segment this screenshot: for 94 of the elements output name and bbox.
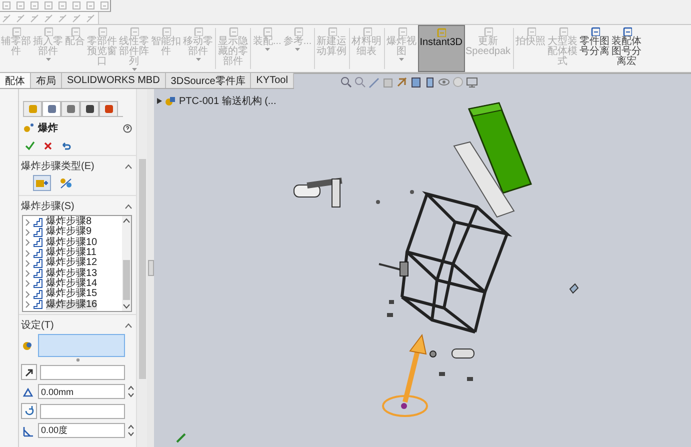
tool-icon — [362, 26, 372, 36]
ribbon-button[interactable]: 装配体图号分离宏 — [610, 25, 643, 72]
toolbar-icon[interactable] — [16, 14, 25, 22]
step-list-item[interactable]: 爆炸步骤9 — [23, 227, 111, 238]
tool-icon — [292, 26, 303, 36]
scrollbar[interactable] — [136, 89, 147, 447]
zoom-icon[interactable] — [340, 76, 352, 88]
angle-icon — [22, 424, 34, 436]
toolbar-icon[interactable] — [44, 1, 53, 10]
collapse-icon[interactable] — [125, 204, 132, 208]
explode-icon — [23, 123, 34, 133]
checkmark-icon[interactable] — [25, 141, 35, 151]
collapse-icon[interactable] — [125, 322, 132, 328]
explode-type-icon — [35, 177, 49, 189]
section-view-icon[interactable] — [396, 76, 408, 88]
caret-icon — [264, 48, 270, 51]
tool-icon — [483, 26, 494, 36]
tool-icon — [129, 26, 139, 36]
toolbar-icon[interactable] — [86, 1, 95, 10]
collapse-handle[interactable] — [148, 260, 154, 276]
spinner-icon[interactable] — [128, 385, 134, 398]
expand-icon[interactable] — [157, 98, 162, 104]
toolbar-icon[interactable] — [72, 14, 81, 22]
caret-icon — [46, 58, 50, 61]
assembly-icon — [165, 96, 176, 106]
toolbar-icon[interactable] — [44, 14, 53, 22]
input-field[interactable]: 0.00度 — [38, 423, 125, 438]
tool-icon — [436, 27, 446, 37]
panel-title: 爆炸 — [38, 122, 59, 135]
section-title: 设定(T) — [21, 318, 54, 332]
caret-icon — [132, 68, 136, 71]
toolbar-icon[interactable] — [58, 14, 67, 22]
section-title: 爆炸步骤类型(E) — [21, 160, 94, 173]
explode-type-option[interactable] — [33, 175, 51, 191]
toolbar-icon[interactable] — [72, 1, 81, 10]
step-list-item[interactable]: 爆炸步骤12 — [23, 258, 111, 268]
input-field[interactable]: 0.00mm — [38, 384, 125, 399]
tool-icon — [590, 26, 600, 36]
close-icon[interactable] — [43, 141, 53, 151]
section-title: 爆炸步骤(S) — [21, 200, 74, 213]
display-style-icon[interactable] — [424, 76, 436, 88]
tool-icon — [228, 26, 238, 36]
input-field[interactable] — [40, 404, 125, 418]
panel-tab[interactable] — [61, 101, 80, 116]
part-icon — [22, 340, 34, 352]
resize-grip-icon[interactable] — [76, 358, 80, 362]
panel-tab[interactable] — [99, 101, 118, 116]
tool-icon — [326, 26, 337, 36]
tool-icon — [558, 26, 568, 36]
caret-icon — [295, 48, 300, 51]
tool-icon — [193, 26, 203, 36]
tool-icon — [70, 26, 80, 36]
help-icon[interactable] — [123, 124, 132, 132]
toolbar-icon[interactable] — [2, 14, 11, 22]
toolbar-icon[interactable] — [86, 14, 95, 22]
caret-icon — [399, 58, 404, 61]
tool-icon — [396, 26, 407, 36]
monitor-icon[interactable] — [466, 76, 478, 88]
tool-icon — [622, 26, 632, 36]
tool-icon — [97, 26, 107, 36]
toolbar-icon[interactable] — [30, 1, 39, 10]
tree-item[interactable]: PTC-001 输送机构 (... — [179, 94, 276, 108]
panel-tab[interactable] — [80, 101, 99, 116]
spinner-icon[interactable] — [128, 424, 134, 437]
caret-icon — [196, 58, 200, 61]
collapse-icon[interactable] — [125, 164, 132, 168]
scroll-up-icon[interactable] — [123, 218, 130, 223]
tool-icon — [262, 26, 272, 36]
ribbon-button[interactable]: 零件图号分离 — [578, 25, 611, 72]
step-list-item[interactable]: 爆炸步骤15 — [23, 289, 111, 300]
scroll-thumb[interactable] — [123, 260, 130, 300]
rotate-icon[interactable] — [23, 405, 35, 417]
tool-icon — [11, 26, 21, 36]
distance-icon — [22, 386, 34, 398]
panel-tab[interactable] — [42, 101, 61, 116]
tool-icon — [43, 26, 53, 36]
toolbar-icon[interactable] — [30, 14, 39, 22]
undo-icon[interactable] — [61, 141, 71, 151]
toolbar-icon[interactable] — [58, 1, 67, 10]
scroll-down-icon[interactable] — [123, 304, 130, 309]
tab[interactable]: 配体 — [0, 73, 31, 88]
tool-icon — [526, 26, 536, 36]
step-list-item[interactable]: 爆炸步骤13 — [23, 268, 111, 279]
ribbon-button[interactable]: Instant3D — [418, 25, 464, 72]
zoom-icon[interactable] — [354, 76, 366, 88]
toolbar-icon[interactable] — [100, 1, 109, 10]
tool-icon — [161, 26, 171, 36]
drag-arrow-handle[interactable] — [382, 334, 428, 417]
step-list-item[interactable]: 爆炸步骤10 — [23, 238, 111, 248]
toolbar-icon[interactable] — [2, 1, 11, 10]
explode-type-icon — [59, 177, 73, 189]
input-field[interactable] — [40, 364, 125, 380]
eye-icon[interactable] — [438, 76, 450, 88]
toolbar-icon[interactable] — [16, 1, 25, 10]
